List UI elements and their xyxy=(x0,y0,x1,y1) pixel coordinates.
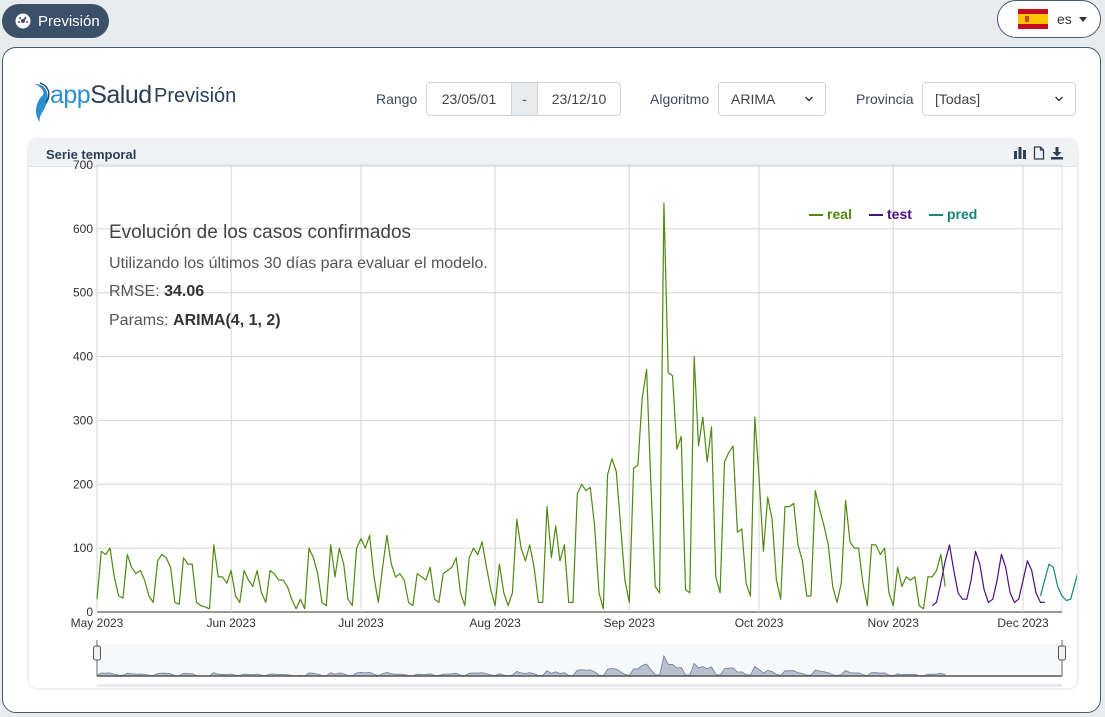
x-tick-label: May 2023 xyxy=(71,616,124,630)
x-tick-label: Jul 2023 xyxy=(338,616,384,630)
algorithm-value: ARIMA xyxy=(731,91,776,107)
logo-prefix: app xyxy=(50,81,91,109)
params-line: Params: ARIMA(4, 1, 2) xyxy=(109,312,281,329)
main-panel: appSalud Previsión Rango 23/05/01 - 23/1… xyxy=(2,47,1101,713)
rmse-label: RMSE: xyxy=(109,283,160,300)
logo-suffix: Salud xyxy=(90,81,152,109)
chart-legend: real test pred xyxy=(809,206,977,222)
date-separator-text: - xyxy=(522,91,527,107)
y-tick-label: 500 xyxy=(73,286,93,300)
legend-item-real[interactable]: real xyxy=(827,206,852,222)
legend-item-test[interactable]: test xyxy=(887,206,912,222)
navigator-left-handle[interactable] xyxy=(93,645,101,661)
x-tick-label: Oct 2023 xyxy=(735,616,784,630)
rmse-value: 34.06 xyxy=(164,283,204,300)
algorithm-label: Algoritmo xyxy=(650,91,710,107)
time-series-card: Serie temporal 0 100 200 300 400 500 600 700 Ma… xyxy=(29,140,1077,688)
date-separator: - xyxy=(511,82,538,116)
navigator-right-handle[interactable] xyxy=(1058,645,1066,661)
prevision-nav-button[interactable]: Previsión xyxy=(2,4,109,38)
y-tick-label: 400 xyxy=(73,350,93,364)
x-tick-label: Aug 2023 xyxy=(469,616,521,630)
date-from-value: 23/05/01 xyxy=(441,91,497,107)
chevron-down-icon xyxy=(1055,96,1063,102)
y-tick-label: 600 xyxy=(73,222,93,236)
appsalud-logo: appSalud xyxy=(50,81,152,110)
chevron-down-icon xyxy=(805,96,813,102)
province-value: [Todas] xyxy=(935,91,981,107)
x-tick-label: Nov 2023 xyxy=(868,616,920,630)
y-tick-label: 700 xyxy=(73,158,93,172)
x-tick-label: Jun 2023 xyxy=(206,616,256,630)
x-tick-label: Sep 2023 xyxy=(604,616,656,630)
rmse-line: RMSE: 34.06 xyxy=(109,283,204,300)
date-to-value: 23/12/10 xyxy=(551,91,607,107)
date-to-input[interactable]: 23/12/10 xyxy=(537,82,621,116)
algorithm-select[interactable]: ARIMA xyxy=(718,82,826,116)
series-line-pred[interactable] xyxy=(1039,563,1077,602)
date-from-input[interactable]: 23/05/01 xyxy=(426,82,512,116)
dashboard-gauge-icon xyxy=(15,13,31,29)
time-series-chart[interactable]: 0100200300400500600700 May 2023 Jun 2023 J… xyxy=(29,140,1077,688)
spain-flag-icon xyxy=(1018,9,1048,29)
legend-item-pred[interactable]: pred xyxy=(947,206,977,222)
range-label: Rango xyxy=(376,91,418,107)
province-label: Provincia xyxy=(856,91,914,107)
language-selector[interactable]: es xyxy=(997,0,1101,38)
prevision-nav-label: Previsión xyxy=(38,12,100,30)
chevron-down-icon xyxy=(1078,16,1087,22)
y-tick-label: 300 xyxy=(73,413,93,427)
chart-subtitle: Utilizando los últimos 30 días para eval… xyxy=(109,255,488,272)
chart-title: Evolución de los casos confirmados xyxy=(109,222,411,243)
series-line-test[interactable] xyxy=(931,544,1045,607)
range-selector[interactable] xyxy=(93,640,1066,687)
page-title: Previsión xyxy=(154,85,237,107)
params-value: ARIMA(4, 1, 2) xyxy=(173,312,281,329)
y-tick-label: 200 xyxy=(73,477,93,491)
language-code: es xyxy=(1057,11,1072,27)
y-tick-label: 100 xyxy=(73,541,93,555)
params-label: Params: xyxy=(109,312,169,329)
x-tick-label: Dec 2023 xyxy=(997,616,1049,630)
province-select[interactable]: [Todas] xyxy=(922,82,1076,116)
